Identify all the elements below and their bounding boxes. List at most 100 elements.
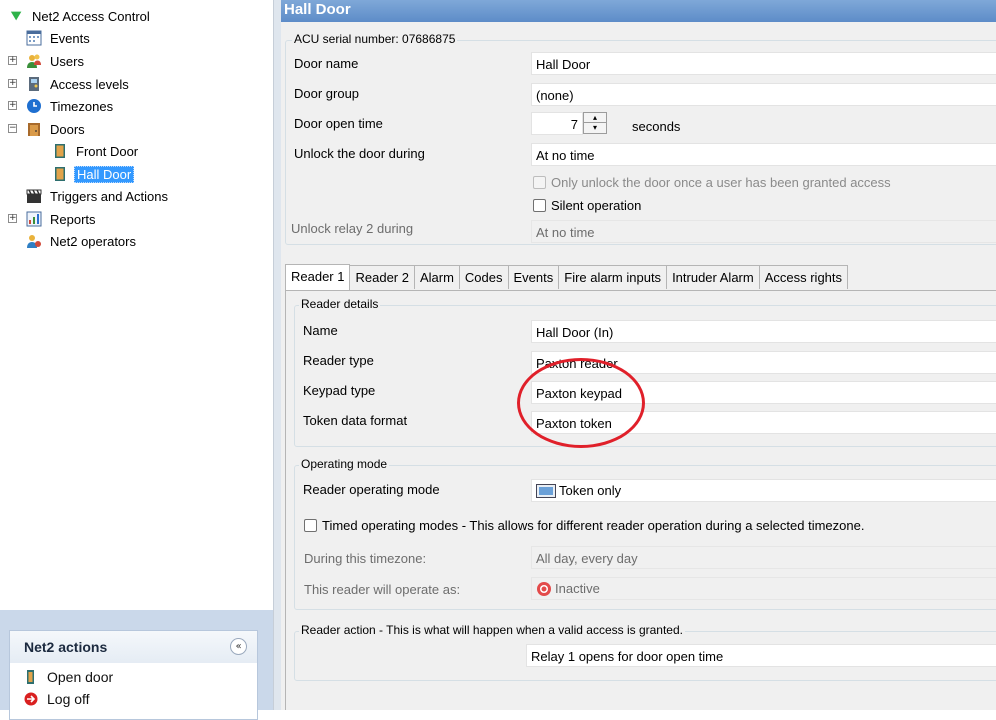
tree-item-timezones-label: Timezones — [50, 98, 114, 114]
tree-item-reports-label: Reports — [50, 211, 96, 227]
reader-type-label: Reader type — [303, 353, 374, 368]
tab-fire-alarm-inputs[interactable]: Fire alarm inputs — [559, 265, 668, 289]
tree-item-users[interactable]: Users — [26, 51, 86, 71]
token-format-field[interactable]: Paxton token — [531, 411, 996, 434]
tree-item-front-door[interactable]: Front Door — [52, 141, 140, 161]
tab-access-rights[interactable]: Access rights — [759, 265, 849, 289]
access-levels-icon — [29, 77, 39, 91]
navigation-tree: Net2 Access Control Events + Users + Acc… — [0, 0, 273, 720]
inactive-icon — [537, 581, 551, 596]
operating-mode-title: Operating mode — [299, 457, 390, 471]
keypad-type-label: Keypad type — [303, 383, 376, 398]
reader-details-title: Reader details — [299, 297, 381, 311]
timed-operating-modes-checkbox[interactable]: Timed operating modes - This allows for … — [304, 518, 864, 533]
spin-down-button[interactable]: ▾ — [583, 123, 607, 134]
tab-codes[interactable]: Codes — [459, 265, 509, 289]
tab-reader-2[interactable]: Reader 2 — [350, 265, 415, 289]
triangle-down-icon — [10, 11, 22, 21]
tab-intruder-alarm[interactable]: Intruder Alarm — [667, 265, 760, 289]
door-icon — [28, 123, 40, 136]
tree-item-operators[interactable]: Net2 operators — [26, 231, 138, 251]
tab-reader-1[interactable]: Reader 1 — [285, 264, 351, 290]
reader-action-title: Reader action - This is what will happen… — [299, 623, 685, 637]
reader-operating-mode-label: Reader operating mode — [303, 482, 440, 497]
page-title: Hall Door — [284, 1, 351, 18]
timezones-expand-toggle[interactable]: + — [8, 101, 17, 110]
door-icon — [55, 144, 65, 158]
tab-events[interactable]: Events — [508, 265, 560, 289]
doors-collapse-toggle[interactable]: − — [8, 124, 17, 133]
open-door-icon — [27, 670, 34, 684]
operators-icon — [27, 235, 41, 248]
door-open-time-spinner[interactable]: ▴ ▾ — [583, 112, 607, 135]
silent-operation-label: Silent operation — [551, 198, 642, 213]
reader-tabs: Reader 1 Reader 2 Alarm Codes Events Fir… — [285, 264, 849, 290]
log-off-label: Log off — [47, 691, 90, 707]
log-off-icon — [24, 692, 38, 706]
only-unlock-granted-checkbox[interactable]: Only unlock the door once a user has bee… — [533, 175, 891, 190]
reader-name-label: Name — [303, 323, 338, 338]
reader-operating-mode-dropdown[interactable]: Token only — [531, 479, 996, 502]
reader-operating-mode-value: Token only — [559, 483, 622, 498]
open-door-action[interactable]: Open door — [24, 669, 113, 685]
tree-item-triggers[interactable]: Triggers and Actions — [26, 186, 170, 206]
unlock-during-label: Unlock the door during — [294, 146, 425, 161]
token-only-icon — [536, 483, 556, 498]
log-off-action[interactable]: Log off — [24, 691, 90, 707]
tree-root-label: Net2 Access Control — [32, 8, 150, 24]
door-name-field[interactable]: Hall Door — [531, 52, 996, 75]
keypad-type-field[interactable]: Paxton keypad — [531, 381, 996, 404]
users-expand-toggle[interactable]: + — [8, 56, 17, 65]
door-name-label: Door name — [294, 56, 359, 71]
relay2-label: Unlock relay 2 during — [291, 221, 414, 236]
tree-item-events-label: Events — [50, 30, 90, 46]
reports-icon — [26, 211, 42, 227]
access-levels-expand-toggle[interactable]: + — [8, 79, 17, 88]
tree-item-hall-door[interactable]: Hall Door — [52, 164, 135, 184]
during-timezone-field[interactable]: All day, every day — [531, 546, 996, 569]
door-open-time-field[interactable]: 7 — [531, 112, 583, 135]
relay2-field[interactable]: At no time — [531, 220, 996, 243]
timed-operating-modes-box — [304, 519, 317, 532]
unlock-during-field[interactable]: At no time — [531, 143, 996, 166]
collapse-actions-button[interactable]: « — [230, 638, 247, 655]
spin-up-button[interactable]: ▴ — [583, 112, 607, 123]
tree-item-hall-door-label: Hall Door — [74, 165, 135, 183]
tree-item-events[interactable]: Events — [26, 28, 92, 48]
reader-type-field[interactable]: Paxton reader — [531, 351, 996, 374]
silent-operation-checkbox[interactable]: Silent operation — [533, 198, 641, 213]
tree-item-timezones[interactable]: Timezones — [26, 96, 115, 116]
tree-item-doors[interactable]: Doors — [26, 119, 87, 139]
tree-item-operators-label: Net2 operators — [50, 233, 136, 249]
tree-item-access-levels[interactable]: Access levels — [26, 74, 131, 94]
tree-item-doors-label: Doors — [50, 121, 85, 137]
only-unlock-granted-label: Only unlock the door once a user has bee… — [551, 175, 891, 190]
seconds-unit-label: seconds — [632, 119, 681, 134]
actions-panel: Net2 actions « Open door Log off — [0, 610, 273, 720]
reader-name-field[interactable]: Hall Door (In) — [531, 320, 996, 343]
silent-operation-box — [533, 199, 546, 212]
actions-box: Net2 actions « Open door Log off — [9, 630, 258, 720]
calendar-icon — [26, 30, 42, 46]
timed-operating-modes-label: Timed operating modes - This allows for … — [322, 518, 865, 533]
tree-item-front-door-label: Front Door — [76, 143, 139, 159]
tree-root[interactable]: Net2 Access Control — [10, 6, 152, 26]
open-door-label: Open door — [47, 669, 114, 685]
door-group-label: Door group — [294, 86, 360, 101]
users-icon — [27, 54, 41, 68]
tree-item-users-label: Users — [50, 53, 84, 69]
actions-header: Net2 actions « — [10, 631, 257, 663]
operate-as-dropdown[interactable]: Inactive — [531, 577, 996, 600]
only-unlock-granted-box — [533, 176, 546, 189]
tree-item-reports[interactable]: Reports — [26, 209, 98, 229]
tab-alarm[interactable]: Alarm — [414, 265, 460, 289]
operate-as-value: Inactive — [555, 581, 600, 596]
actions-title: Net2 actions — [24, 639, 108, 655]
tree-item-access-levels-label: Access levels — [50, 76, 129, 92]
title-bar: Hall Door — [281, 0, 996, 22]
reports-expand-toggle[interactable]: + — [8, 214, 17, 223]
clock-icon — [27, 99, 41, 113]
reader-action-field[interactable]: Relay 1 opens for door open time — [526, 644, 996, 667]
panel-splitter[interactable] — [273, 0, 281, 710]
door-group-field[interactable]: (none) — [531, 83, 996, 106]
